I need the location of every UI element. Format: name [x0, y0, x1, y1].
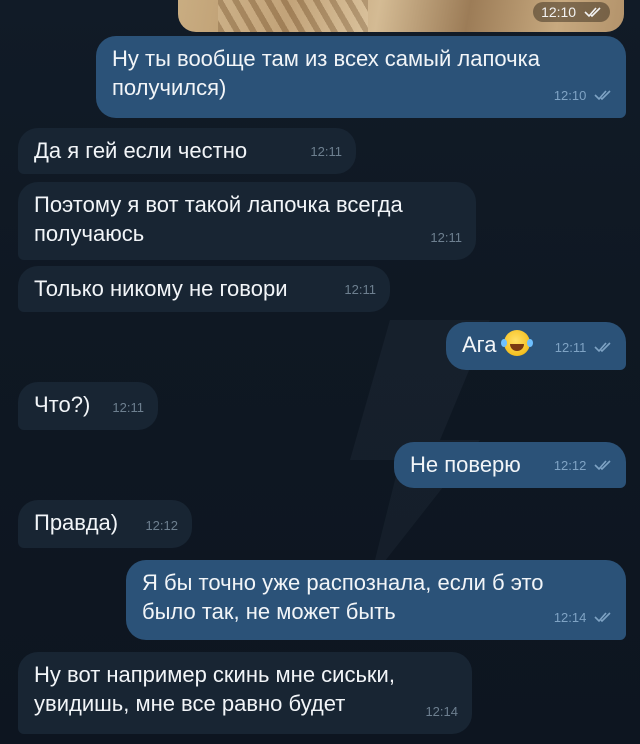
message-bubble-incoming[interactable]: Да я гей если честно 12:11 — [18, 128, 356, 174]
message-text-line: увидишь, мне все равно будет — [34, 691, 346, 716]
message-time: 12:14 — [425, 704, 458, 719]
message-text-line: Да я гей если честно — [34, 138, 248, 163]
message-text-line: получился) — [112, 75, 227, 100]
face-with-tears-of-joy-icon — [501, 330, 531, 356]
message-bubble-incoming[interactable]: Только никому не говори 12:11 — [18, 266, 390, 312]
message-text-line: Поэтому я вот такой лапочка всегда — [34, 192, 403, 217]
message-time: 12:10 — [554, 81, 612, 110]
message-bubble-incoming[interactable]: Ну вот например скинь мне сиськи, увидиш… — [18, 652, 472, 734]
message-bubble-incoming[interactable]: Что?) 12:11 — [18, 382, 158, 430]
message-bubble-incoming[interactable]: Правда) 12:12 — [18, 500, 192, 548]
double-check-icon — [594, 612, 611, 623]
message-time: 12:10 — [533, 2, 610, 22]
message-time: 12:11 — [555, 333, 612, 362]
double-check-icon — [594, 90, 611, 101]
message-bubble-outgoing[interactable]: Ага 12:11 — [446, 322, 626, 370]
message-bubble-incoming[interactable]: Поэтому я вот такой лапочка всегда получ… — [18, 182, 476, 260]
double-check-icon — [584, 7, 601, 18]
double-check-icon — [594, 342, 611, 353]
message-time: 12:14 — [554, 603, 612, 632]
photo-message[interactable]: 12:10 — [178, 0, 624, 32]
message-time: 12:11 — [112, 400, 144, 415]
chat-view[interactable]: 12:10 Ну ты вообще там из всех самый лап… — [0, 0, 640, 744]
message-time: 12:11 — [430, 230, 462, 245]
message-time: 12:12 — [145, 518, 178, 533]
double-check-icon — [594, 460, 611, 471]
message-time: 12:11 — [344, 282, 376, 297]
message-bubble-outgoing[interactable]: Не поверю 12:12 — [394, 442, 626, 488]
message-bubble-outgoing[interactable]: Я бы точно уже распознала, если б это бы… — [126, 560, 626, 640]
message-text-line: получаюсь — [34, 221, 145, 246]
message-text-line: Только никому не говори — [34, 276, 288, 301]
message-bubble-outgoing[interactable]: Ну ты вообще там из всех самый лапочка п… — [96, 36, 626, 118]
message-time: 12:12 — [554, 451, 612, 480]
message-text-line: было так, не может быть — [142, 599, 396, 624]
message-time: 12:11 — [310, 144, 342, 159]
message-text-line: Ну ты вообще там из всех самый лапочка — [112, 46, 540, 71]
message-text-line: Ну вот например скинь мне сиськи, — [34, 662, 395, 687]
message-text-line: Я бы точно уже распознала, если б это — [142, 570, 544, 595]
